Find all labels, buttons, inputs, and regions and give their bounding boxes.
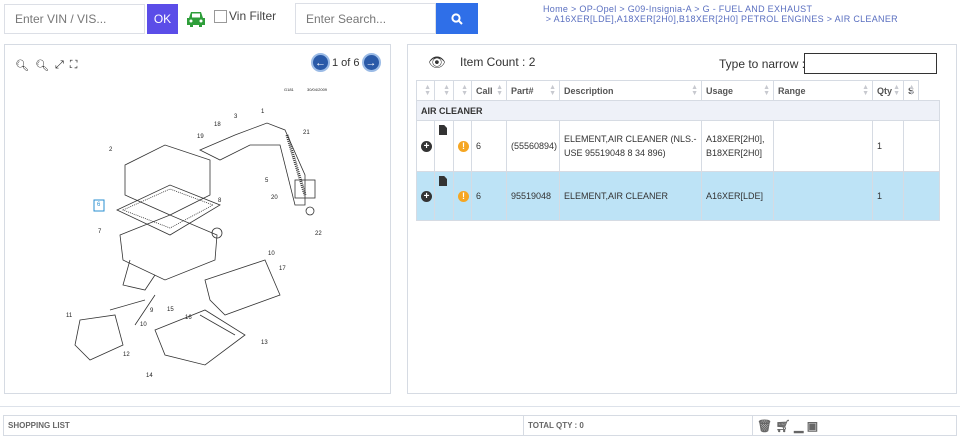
callout-selected[interactable]: 6 [97, 202, 100, 208]
breadcrumb-model[interactable]: G09-Insignia-A [628, 4, 692, 14]
callout[interactable]: 20 [271, 195, 278, 201]
call-cell: 6 [471, 171, 507, 221]
callout[interactable]: 7 [98, 229, 101, 235]
group-header: AIR CLEANER [416, 100, 940, 121]
col-doc[interactable]: ▲ ▼ [434, 80, 454, 101]
exploded-diagram[interactable] [5, 45, 392, 395]
callout[interactable]: 12 [123, 352, 130, 358]
breadcrumb: Home > OP-Opel > G09-Insignia-A > G - FU… [543, 4, 898, 24]
col-s[interactable]: S ▲ ▼ [903, 80, 919, 101]
narrow-label: Type to narrow : [719, 57, 806, 71]
maximize-icon[interactable]: ▣ [807, 419, 818, 433]
total-qty: TOTAL QTY : 0 [523, 415, 753, 436]
range-cell [773, 120, 873, 172]
qty-cell: 1 [872, 120, 904, 172]
callout[interactable]: 9 [150, 308, 153, 314]
usage-cell: A16XER[LDE] [701, 171, 774, 221]
vin-input[interactable]: Enter VIN / VIS... [4, 4, 145, 34]
col-call[interactable]: Call ▲ ▼ [471, 80, 507, 101]
document-icon[interactable] [439, 176, 447, 186]
breadcrumb-group[interactable]: G - FUEL AND EXHAUST [703, 4, 813, 14]
breadcrumb-home[interactable]: Home [543, 4, 568, 14]
part-cell[interactable]: (55560894) [506, 120, 560, 172]
callout[interactable]: 11 [66, 313, 72, 319]
col-expand[interactable]: ▲ ▼ [416, 80, 435, 101]
car-icon[interactable] [186, 10, 206, 28]
vin-filter-label: Vin Filter [229, 9, 277, 23]
description-cell: ELEMENT,AIR CLEANER [559, 171, 702, 221]
shopping-list-title[interactable]: SHOPPING LIST [3, 415, 524, 436]
minimize-icon[interactable]: ▁ [794, 419, 803, 433]
col-qty[interactable]: Qty ▲ ▼ [872, 80, 904, 101]
divider [0, 406, 960, 407]
callout[interactable]: 1 [261, 109, 264, 115]
usage-cell: A18XER[2H0],B18XER[2H0] [701, 120, 774, 172]
callout[interactable]: 3 [234, 114, 237, 120]
warning-icon[interactable]: ! [458, 190, 469, 202]
breadcrumb-engines[interactable]: A16XER[LDE],A18XER[2H0],B18XER[2H0] PETR… [554, 14, 824, 24]
col-part[interactable]: Part# ▲ ▼ [506, 80, 560, 101]
diagram-panel: 🔍︎ 🔍︎ ⤢ ⛶ ← 1 of 6 → G181 30/04/2009 2 1… [4, 44, 391, 394]
cart-icon[interactable]: 🛒︎ [776, 419, 791, 433]
callout[interactable]: 13 [261, 340, 268, 346]
add-icon[interactable]: + [421, 190, 432, 202]
callout[interactable]: 21 [303, 130, 310, 136]
shopping-list-bar: SHOPPING LIST TOTAL QTY : 0 🗑︎ 🛒︎ ▁ ▣ [3, 415, 957, 436]
callout[interactable]: 15 [167, 307, 174, 313]
parts-table: ▲ ▼ ▲ ▼ ▲ ▼ Call ▲ ▼ Part# ▲ ▼ Description ▲ ▼ Us… [416, 80, 940, 221]
item-count: Item Count : 2 [460, 55, 536, 69]
col-description[interactable]: Description ▲ ▼ [559, 80, 702, 101]
col-range[interactable]: Range ▲ ▼ [773, 80, 873, 101]
table-row-selected[interactable]: + ! 6 95519048 ELEMENT,AIR CLEANER A16XE… [416, 171, 940, 221]
search-icon [451, 12, 463, 25]
qty-cell: 1 [872, 171, 904, 221]
callout[interactable]: 17 [279, 266, 286, 272]
trash-icon[interactable]: 🗑︎ [757, 419, 772, 433]
table-row[interactable]: + ! 6 (55560894) ELEMENT,AIR CLEANER (NL… [416, 120, 940, 172]
callout[interactable]: 10 [140, 322, 147, 328]
warning-icon[interactable]: ! [458, 140, 469, 152]
callout[interactable]: 5 [265, 178, 268, 184]
visibility-icon[interactable]: 👁︎ [428, 54, 446, 71]
call-cell: 6 [471, 120, 507, 172]
breadcrumb-current[interactable]: AIR CLEANER [835, 14, 898, 24]
callout[interactable]: 2 [109, 147, 112, 153]
part-cell[interactable]: 95519048 [506, 171, 560, 221]
col-info[interactable]: ▲ ▼ [453, 80, 472, 101]
callout[interactable]: 16 [185, 315, 192, 321]
parts-panel: 👁︎ Item Count : 2 Type to narrow : ▲ ▼ ▲ ▼… [407, 44, 957, 394]
vin-filter-checkbox[interactable] [214, 10, 227, 23]
ok-button[interactable]: OK [147, 4, 178, 34]
range-cell [773, 171, 873, 221]
col-usage[interactable]: Usage ▲ ▼ [701, 80, 774, 101]
callout[interactable]: 10 [268, 251, 275, 257]
description-cell: ELEMENT,AIR CLEANER (NLS.-USE 95519048 8… [559, 120, 702, 172]
narrow-input[interactable] [804, 53, 937, 74]
search-input[interactable]: Enter Search... [295, 3, 436, 34]
breadcrumb-make[interactable]: OP-Opel [579, 4, 616, 14]
callout[interactable]: 19 [197, 134, 204, 140]
add-icon[interactable]: + [421, 140, 432, 152]
callout[interactable]: 18 [214, 122, 221, 128]
callout[interactable]: 8 [218, 198, 221, 204]
callout[interactable]: 22 [315, 231, 322, 237]
callout[interactable]: 14 [146, 373, 153, 379]
document-icon[interactable] [439, 125, 447, 135]
search-button[interactable] [436, 3, 478, 34]
